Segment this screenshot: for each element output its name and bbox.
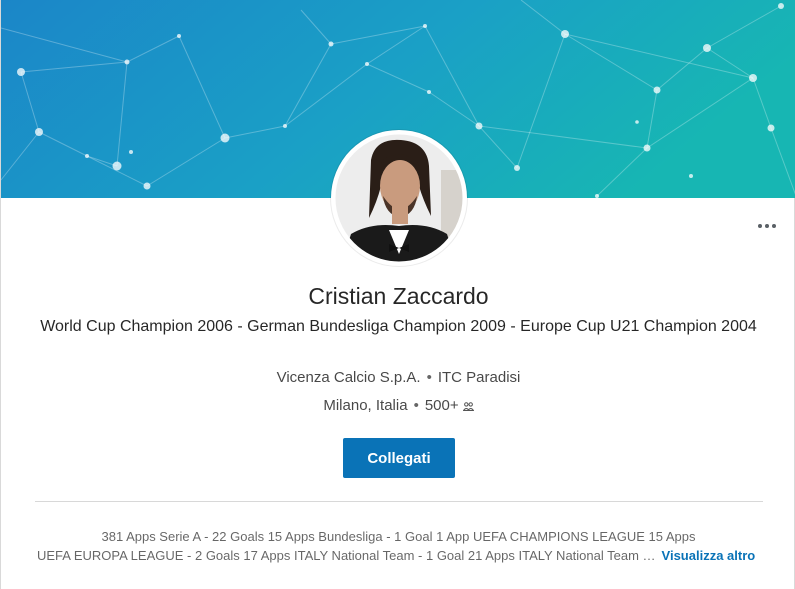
more-horizontal-icon <box>765 224 769 228</box>
profile-name: Cristian Zaccardo <box>308 283 489 309</box>
section-divider <box>35 501 763 502</box>
connect-button[interactable]: Collegati <box>343 438 455 478</box>
separator-dot: • <box>426 369 432 386</box>
see-more-link[interactable]: Visualizza altro <box>662 548 756 563</box>
current-company-link[interactable]: Vicenza Calcio S.p.A. <box>277 369 421 386</box>
more-horizontal-icon <box>772 224 776 228</box>
profile-summary-line-1: 381 Apps Serie A - 22 Goals 15 Apps Bund… <box>101 529 696 544</box>
profile-summary-line-2: UEFA EUROPA LEAGUE - 2 Goals 17 Apps ITA… <box>37 547 765 565</box>
education-link[interactable]: ITC Paradisi <box>438 369 521 386</box>
profile-location: Milano, Italia <box>323 397 408 414</box>
profile-headline: World Cup Champion 2006 - German Bundesl… <box>40 318 757 335</box>
profile-photo[interactable] <box>331 130 467 266</box>
profile-experience-education: Vicenza Calcio S.p.A. • ITC Paradisi <box>1 367 795 389</box>
profile-location-connections: Milano, Italia • 500+ <box>1 395 795 418</box>
separator-dot: • <box>413 397 419 414</box>
more-options-button[interactable] <box>749 214 785 238</box>
more-horizontal-icon <box>758 224 762 228</box>
profile-summary-text: UEFA EUROPA LEAGUE - 2 Goals 17 Apps ITA… <box>37 548 656 563</box>
profile-card: Cristian Zaccardo World Cup Champion 200… <box>0 0 795 589</box>
connections-icon <box>462 396 475 418</box>
connections-count: 500+ <box>424 397 459 414</box>
